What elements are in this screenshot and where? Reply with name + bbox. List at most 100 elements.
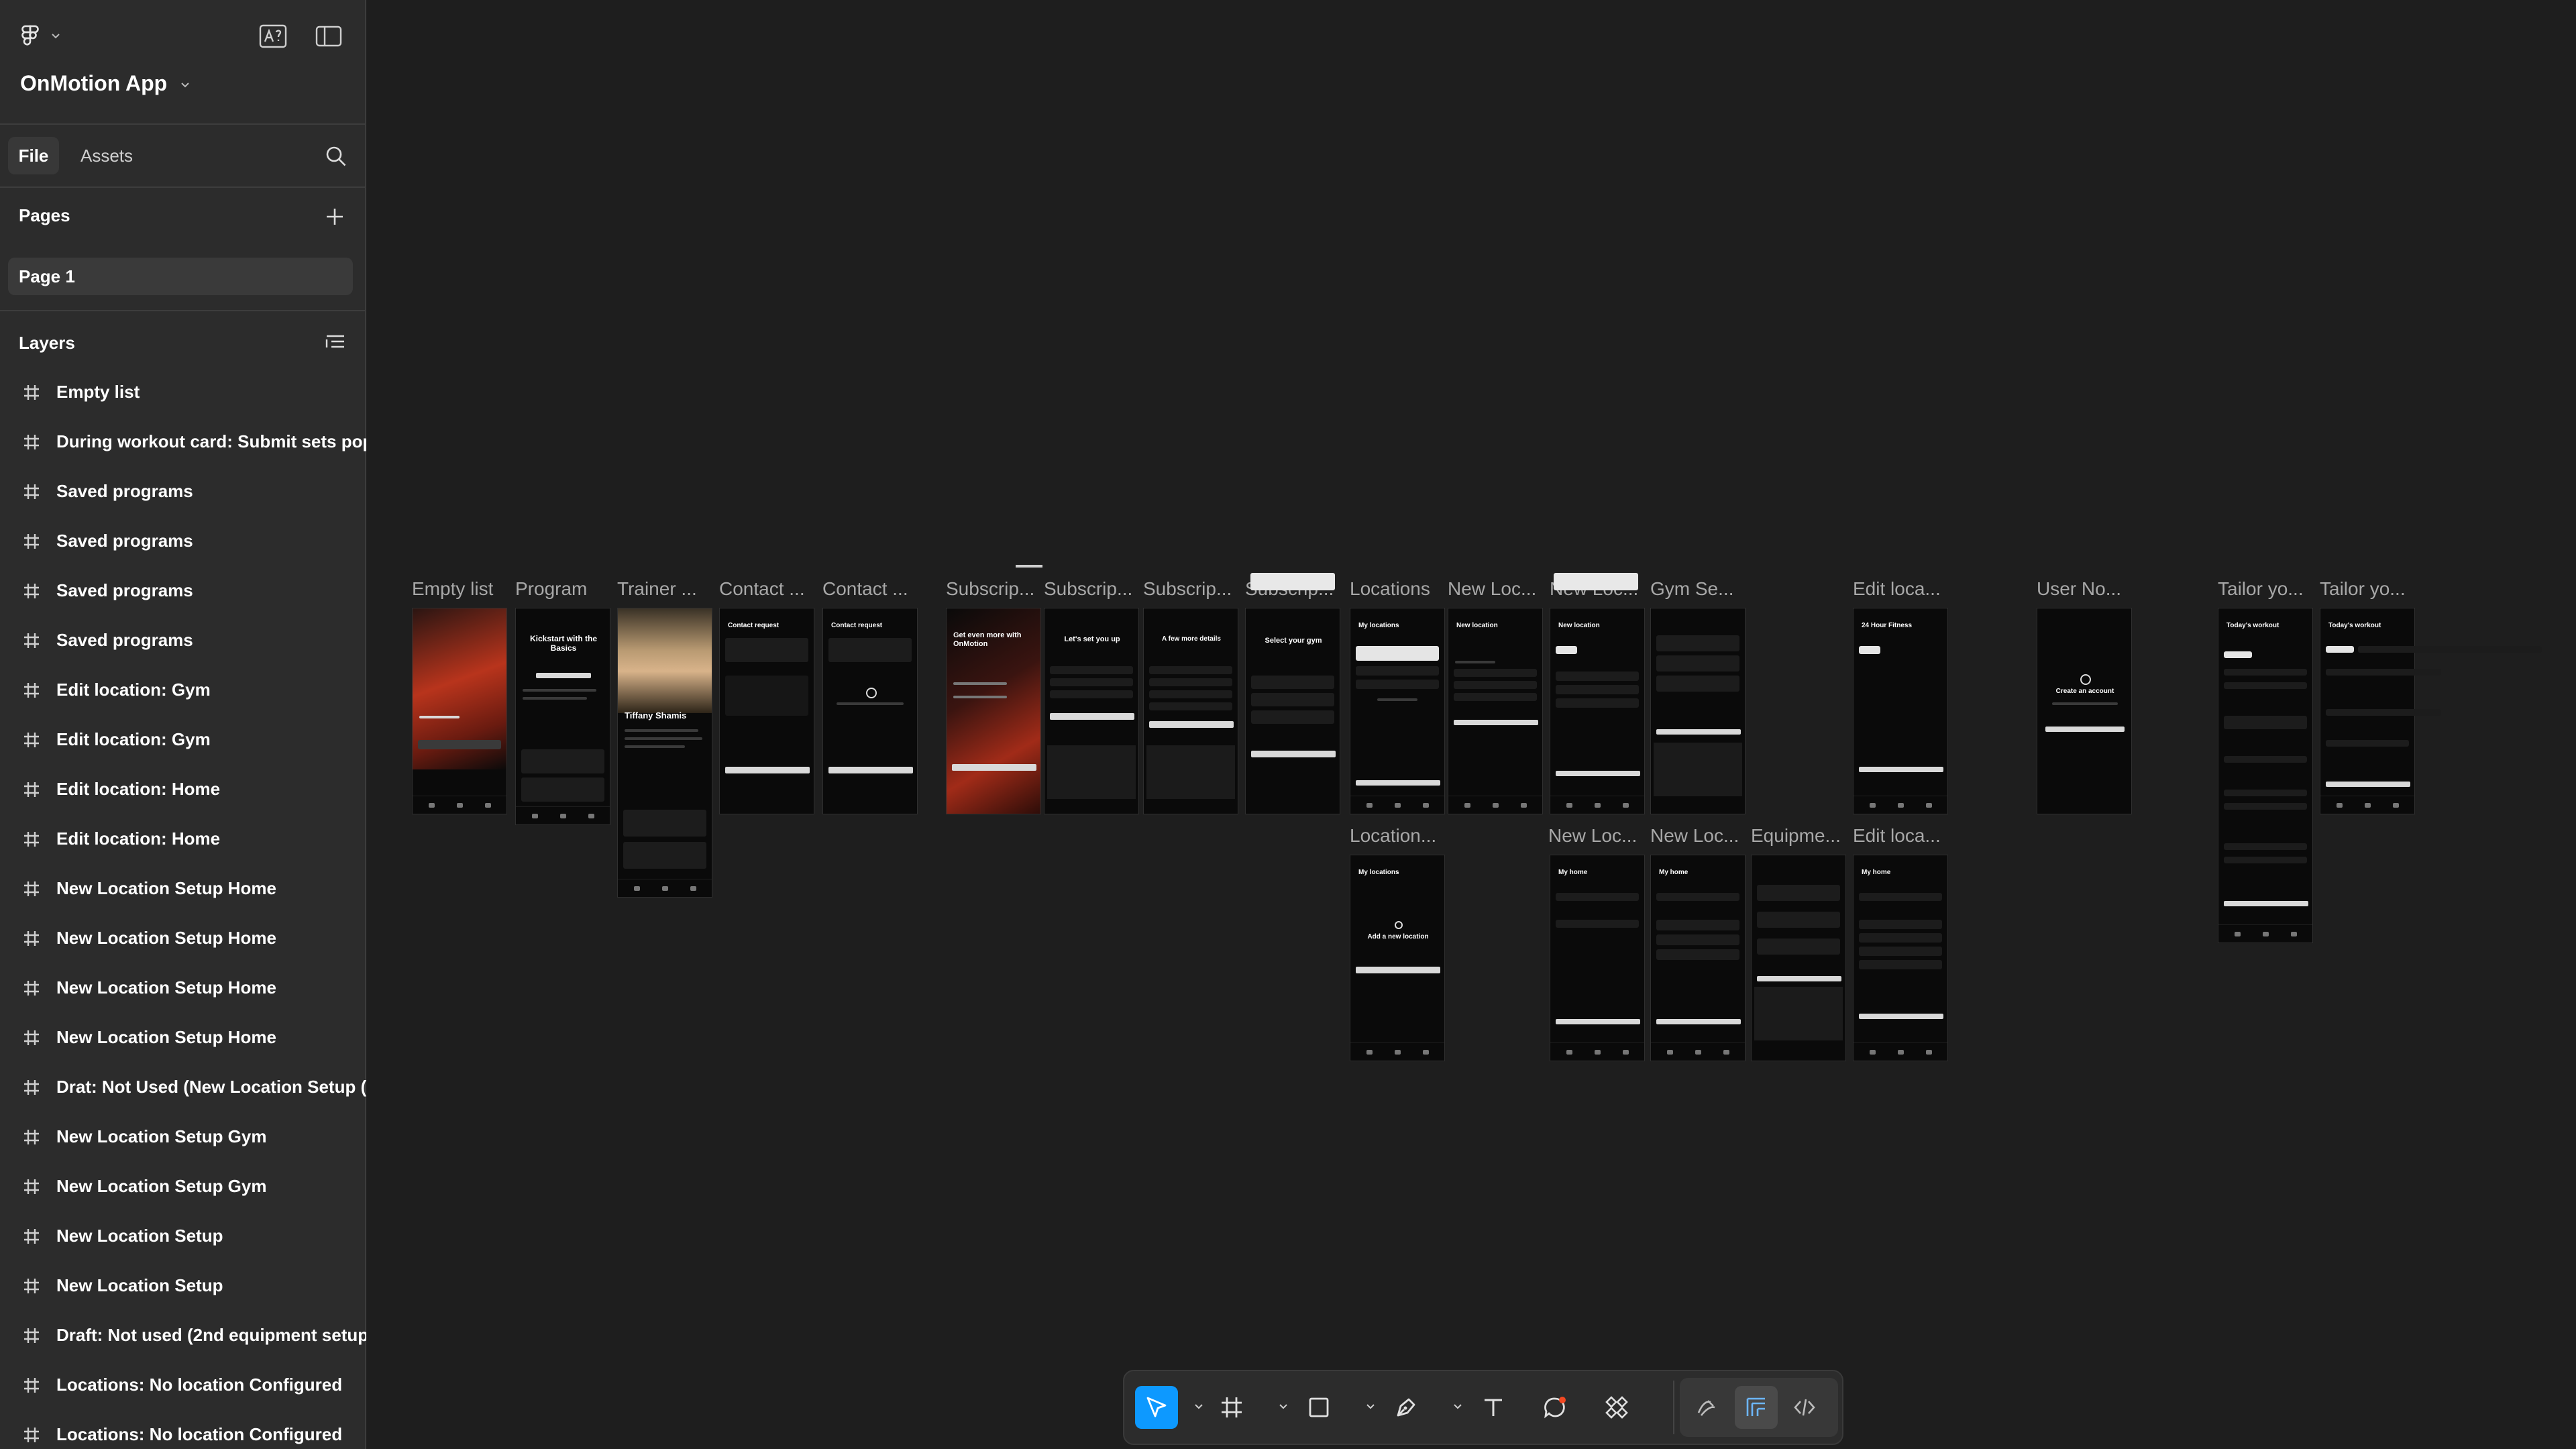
tab-file[interactable]: File xyxy=(8,137,59,174)
layer-item[interactable]: Locations: No location Configured xyxy=(0,1413,366,1449)
frame-label[interactable]: Subscrip... xyxy=(946,578,1034,600)
layer-item[interactable]: New Location Setup Home xyxy=(0,867,366,910)
layer-item[interactable]: New Location Setup xyxy=(0,1264,366,1307)
layer-item[interactable]: New Location Setup xyxy=(0,1214,366,1257)
add-page-icon[interactable] xyxy=(325,207,345,227)
frame-label[interactable]: Edit loca... xyxy=(1853,578,1941,600)
layer-item[interactable]: Drat: Not Used (New Location Setup ( xyxy=(0,1065,366,1108)
frame-empty-list[interactable] xyxy=(412,608,507,814)
chevron-down-icon[interactable] xyxy=(1194,1402,1203,1411)
frame-new-location[interactable]: New location xyxy=(1550,608,1645,814)
layer-item[interactable]: Empty list xyxy=(0,370,366,413)
sign-up-button xyxy=(2045,727,2125,732)
collapse-layers-icon[interactable] xyxy=(325,333,346,353)
page-item-page-1[interactable]: Page 1 xyxy=(8,258,353,295)
layer-item[interactable]: New Location Setup Gym xyxy=(0,1115,366,1158)
screen-title: New location xyxy=(1456,622,1498,629)
frame-tailor-workout[interactable]: Today's workout xyxy=(2218,608,2313,943)
components-tool-button[interactable] xyxy=(1595,1386,1638,1429)
layer-item[interactable]: Saved programs xyxy=(0,470,366,513)
frame-equipment[interactable] xyxy=(1751,855,1846,1061)
frame-label[interactable]: Program xyxy=(515,578,587,600)
figma-logo-icon[interactable] xyxy=(20,24,40,47)
toggle-sidebar-icon[interactable] xyxy=(315,25,342,47)
frame-subscription-details[interactable]: A few more details xyxy=(1143,608,1238,814)
frame-user-not-logged-in[interactable]: Create an account xyxy=(2037,608,2132,814)
frame-subscription-setup[interactable]: Let's set you up xyxy=(1044,608,1139,814)
layer-item[interactable]: Edit location: Home xyxy=(0,817,366,860)
text-tool-button[interactable] xyxy=(1472,1386,1515,1429)
frame-locations-empty[interactable]: My locations Add a new location xyxy=(1350,855,1445,1061)
layer-item[interactable]: Saved programs xyxy=(0,619,366,661)
draw-mode-button[interactable] xyxy=(1685,1386,1728,1429)
chip-selected xyxy=(2224,651,2252,658)
equipment-row xyxy=(1656,920,1739,930)
move-tool-button[interactable] xyxy=(1135,1386,1178,1429)
frame-label[interactable]: Tailor yo... xyxy=(2320,578,2406,600)
layer-item[interactable]: New Location Setup Gym xyxy=(0,1165,366,1208)
frame-label[interactable]: Contact ... xyxy=(719,578,805,600)
project-name[interactable]: OnMotion App xyxy=(20,71,167,96)
frame-label[interactable]: New Loc... xyxy=(1448,578,1536,600)
frame-edit-location-home[interactable]: My home xyxy=(1853,855,1948,1061)
frame-contact-request[interactable]: Contact request xyxy=(822,608,918,814)
frame-label[interactable]: Locations xyxy=(1350,578,1430,600)
rectangle-tool-button[interactable] xyxy=(1297,1386,1340,1429)
frame-locations[interactable]: My locations xyxy=(1350,608,1445,814)
frame-subscription[interactable]: Get even more with OnMotion xyxy=(946,608,1041,814)
chevron-down-icon[interactable] xyxy=(180,80,191,90)
frame-new-location-home[interactable]: My home xyxy=(1550,855,1645,1061)
frame-label[interactable]: Gym Se... xyxy=(1650,578,1733,600)
layer-item[interactable]: Edit location: Home xyxy=(0,767,366,810)
chevron-down-icon[interactable] xyxy=(1366,1402,1375,1411)
chevron-down-icon[interactable] xyxy=(51,31,60,40)
pen-tool-button[interactable] xyxy=(1385,1386,1428,1429)
layer-item[interactable]: Draft: Not used (2nd equipment setup xyxy=(0,1313,366,1356)
layer-item[interactable]: New Location Setup Home xyxy=(0,916,366,959)
comment-tool-button[interactable] xyxy=(1534,1386,1576,1429)
design-mode-button[interactable] xyxy=(1735,1386,1778,1429)
frame-label[interactable]: Location... xyxy=(1350,825,1436,847)
frame-gym-setup[interactable] xyxy=(1650,608,1746,814)
layer-item[interactable]: Edit location: Gym xyxy=(0,668,366,711)
frame-label[interactable]: New Loc... xyxy=(1548,825,1637,847)
frame-label[interactable]: Edit loca... xyxy=(1853,825,1941,847)
layers-list: Empty list During workout card: Submit s… xyxy=(0,370,366,1449)
search-icon[interactable] xyxy=(325,145,347,168)
frame-edit-location[interactable]: 24 Hour Fitness xyxy=(1853,608,1948,814)
frame-contact-request[interactable]: Contact request xyxy=(719,608,814,814)
frame-label[interactable]: Equipme... xyxy=(1751,825,1841,847)
design-canvas[interactable]: Empty list Program Trainer ... Contact .… xyxy=(366,0,2576,1449)
layer-item[interactable]: Saved programs xyxy=(0,569,366,612)
frame-label[interactable]: Tailor yo... xyxy=(2218,578,2304,600)
frame-select-gym[interactable]: Select your gym xyxy=(1245,608,1340,814)
frame-icon xyxy=(24,1328,39,1343)
layer-item[interactable]: Saved programs xyxy=(0,519,366,562)
layer-item[interactable]: New Location Setup Home xyxy=(0,1016,366,1059)
frame-tool-button[interactable] xyxy=(1210,1386,1253,1429)
frame-label[interactable]: Subscrip... xyxy=(1143,578,1232,600)
equipment-row xyxy=(1656,949,1739,960)
frame-label[interactable]: Trainer ... xyxy=(617,578,697,600)
frame-program[interactable]: Kickstart with the Basics xyxy=(515,608,610,825)
layer-item[interactable]: During workout card: Submit sets pop xyxy=(0,420,366,463)
frame-label[interactable]: New Loc... xyxy=(1650,825,1739,847)
frame-trainer[interactable]: Tiffany Shamis xyxy=(617,608,712,898)
frame-tailor-workout[interactable]: Today's workout xyxy=(2320,608,2542,814)
frame-label[interactable]: User No... xyxy=(2037,578,2121,600)
tab-assets[interactable]: Assets xyxy=(80,137,133,174)
ai-actions-icon[interactable] xyxy=(259,24,287,48)
frame-new-location-home[interactable]: My home xyxy=(1650,855,1746,1061)
layers-heading: Layers xyxy=(19,333,75,353)
dev-mode-button[interactable] xyxy=(1783,1386,1826,1429)
chevron-down-icon[interactable] xyxy=(1279,1402,1288,1411)
gym-option xyxy=(1251,710,1334,724)
frame-label[interactable]: Contact ... xyxy=(822,578,908,600)
chevron-down-icon[interactable] xyxy=(1453,1402,1462,1411)
frame-label[interactable]: Empty list xyxy=(412,578,493,600)
layer-item[interactable]: Edit location: Gym xyxy=(0,718,366,761)
frame-label[interactable]: Subscrip... xyxy=(1044,578,1132,600)
layer-item[interactable]: Locations: No location Configured xyxy=(0,1363,366,1406)
frame-new-location[interactable]: New location xyxy=(1448,608,1543,814)
layer-item[interactable]: New Location Setup Home xyxy=(0,966,366,1009)
